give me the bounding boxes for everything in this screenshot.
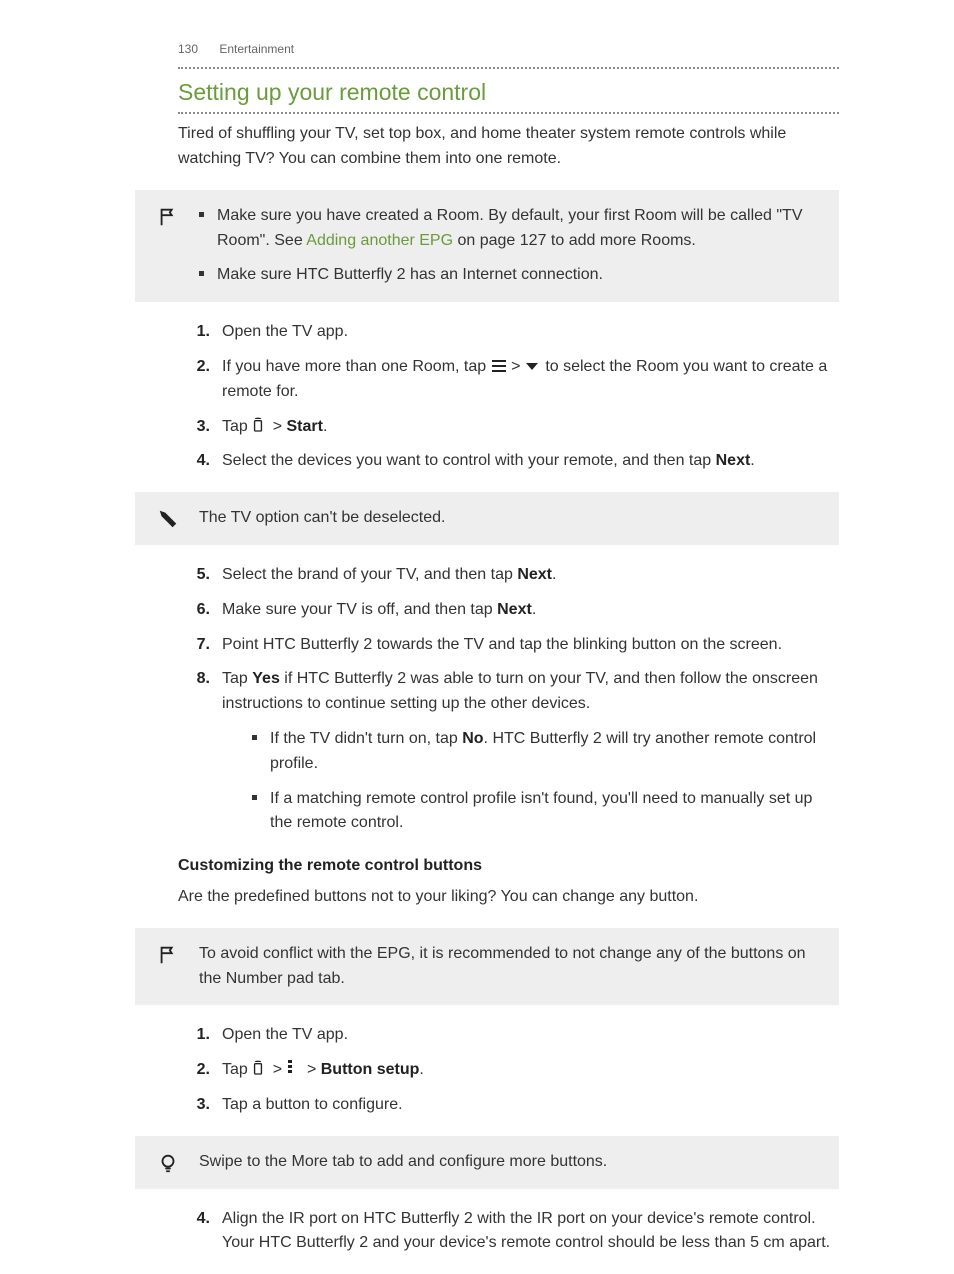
step8-subitem: If the TV didn't turn on, tap No. HTC Bu…: [252, 727, 839, 777]
bulb-icon: [155, 1150, 181, 1175]
step-item: 3. Tap > Start.: [178, 415, 839, 440]
flag-icon: [155, 204, 181, 288]
document-page: 130 Entertainment Setting up your remote…: [0, 0, 954, 1256]
step-item: 2. Tap > > Button setup.: [178, 1058, 839, 1083]
step-item: 6. Make sure your TV is off, and then ta…: [178, 598, 839, 623]
section-title: Setting up your remote control: [178, 75, 839, 111]
intro-paragraph: Tired of shuffling your TV, set top box,…: [178, 122, 839, 172]
divider: [178, 67, 839, 69]
overflow-icon: [287, 1059, 303, 1073]
prereq-item: Make sure you have created a Room. By de…: [199, 204, 829, 254]
step8-sublist: If the TV didn't turn on, tap No. HTC Bu…: [252, 727, 839, 836]
divider: [178, 112, 839, 114]
prereq-item: Make sure HTC Butterfly 2 has an Interne…: [199, 263, 829, 288]
page-number: 130: [178, 40, 198, 59]
pen-icon: [155, 506, 181, 531]
page-header: 130 Entertainment: [0, 0, 954, 67]
prereq-list: Make sure you have created a Room. By de…: [199, 204, 829, 288]
chevron-down-icon: [525, 356, 541, 370]
sub-intro: Are the predefined buttons not to your l…: [178, 885, 839, 910]
steps-list-4: 4.Align the IR port on HTC Butterfly 2 w…: [178, 1207, 839, 1257]
step-item: 3.Tap a button to configure.: [178, 1093, 839, 1118]
callout-tip-more: Swipe to the More tab to add and configu…: [135, 1136, 839, 1189]
flag-icon: [155, 942, 181, 992]
step-item: 5. Select the brand of your TV, and then…: [178, 563, 839, 588]
page-section-label: Entertainment: [219, 42, 294, 56]
step-item: 8. Tap Yes if HTC Butterfly 2 was able t…: [178, 667, 839, 836]
step-item: 1.Open the TV app.: [178, 1023, 839, 1048]
steps-list-2: 5. Select the brand of your TV, and then…: [178, 563, 839, 836]
step-item: 1.Open the TV app.: [178, 320, 839, 345]
callout-caution-epg: To avoid conflict with the EPG, it is re…: [135, 928, 839, 1006]
steps-list-1: 1.Open the TV app. 2. If you have more t…: [178, 320, 839, 474]
step-item: 4. Select the devices you want to contro…: [178, 449, 839, 474]
callout-note-tv: The TV option can't be deselected.: [135, 492, 839, 545]
step-item: 2. If you have more than one Room, tap >…: [178, 355, 839, 405]
callout-prerequisites: Make sure you have created a Room. By de…: [135, 190, 839, 302]
remote-icon: [252, 1060, 268, 1074]
remote-icon: [252, 417, 268, 431]
step8-subitem: If a matching remote control profile isn…: [252, 787, 839, 837]
step-item: 4.Align the IR port on HTC Butterfly 2 w…: [178, 1207, 839, 1257]
menu-icon: [491, 357, 507, 371]
step-item: 7.Point HTC Butterfly 2 towards the TV a…: [178, 633, 839, 658]
subheading-customizing: Customizing the remote control buttons: [178, 854, 839, 879]
steps-list-3: 1.Open the TV app. 2. Tap > > Button set…: [178, 1023, 839, 1117]
link-adding-epg[interactable]: Adding another EPG: [306, 232, 453, 249]
